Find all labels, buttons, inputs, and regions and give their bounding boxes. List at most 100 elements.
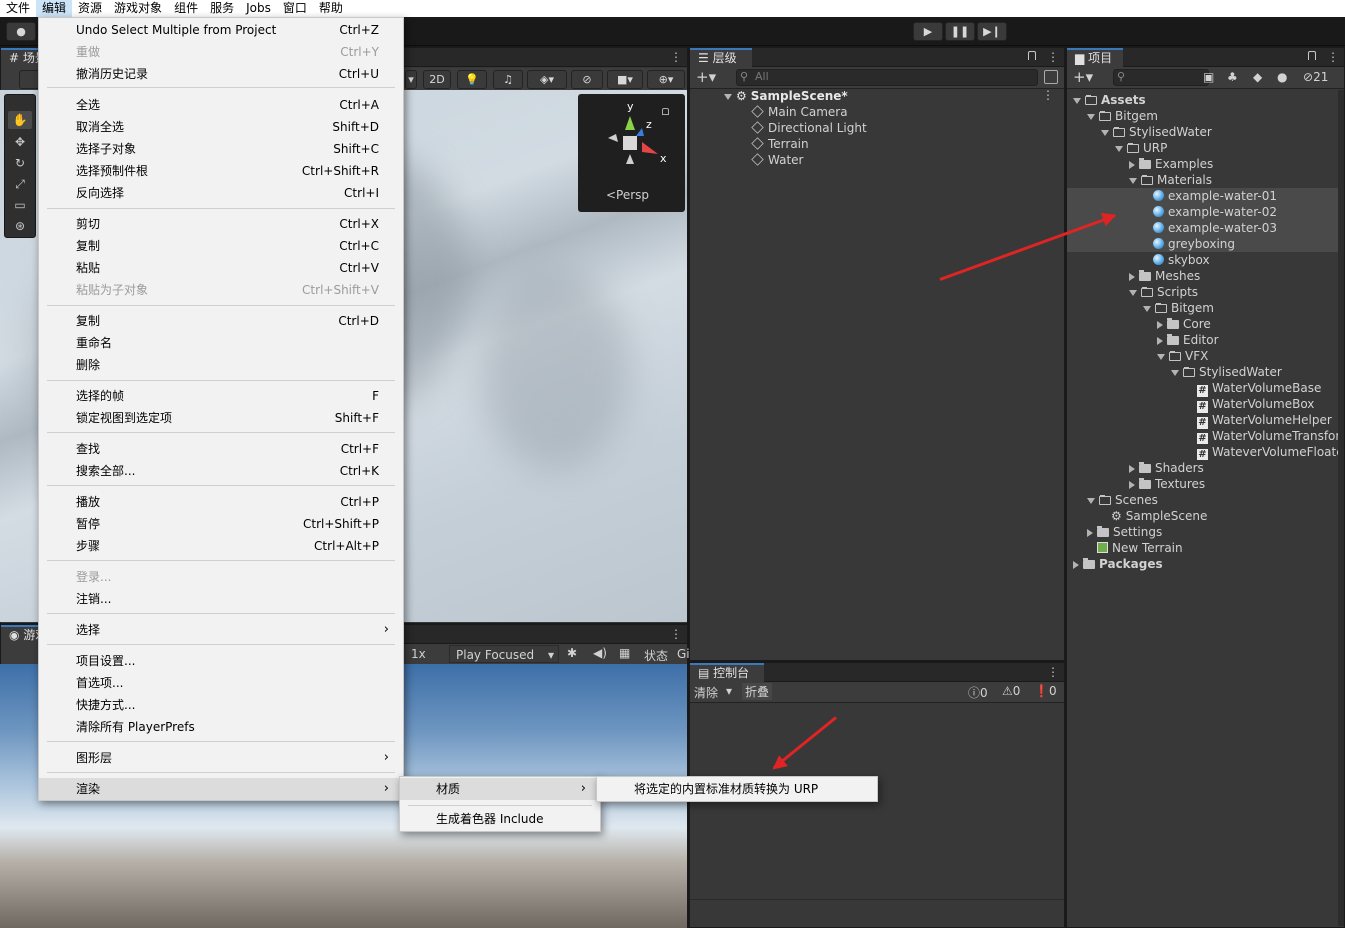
tree-scenes[interactable]: Scenes	[1087, 492, 1158, 508]
gizmos-button[interactable]: Gi	[677, 647, 690, 661]
tree-material[interactable]: example-water-03	[1153, 220, 1277, 236]
tree-packages[interactable]: Packages	[1073, 556, 1163, 572]
tree-meshes[interactable]: Meshes	[1129, 268, 1200, 284]
tree-script[interactable]: # WaterVolumeBase	[1197, 380, 1321, 397]
play-mode-dropdown[interactable]: Play Focused ▾	[449, 645, 559, 663]
edit-menu-item[interactable]: 全选 Ctrl+A	[39, 94, 403, 116]
edit-menu-item[interactable]: 删除	[39, 354, 403, 376]
edit-menu-item[interactable]: 选择预制件根 Ctrl+Shift+R	[39, 160, 403, 182]
scene-root[interactable]: ⚙ SampleScene*	[724, 88, 848, 104]
edit-menu-item[interactable]: 剪切 Ctrl+X	[39, 213, 403, 235]
edit-menu-item[interactable]: 粘贴 Ctrl+V	[39, 257, 403, 279]
move-tool-icon[interactable]: ✥	[8, 133, 32, 151]
persp-label[interactable]: <Persp	[606, 188, 649, 202]
warning-count-toggle[interactable]: ⚠0	[1002, 684, 1020, 698]
error-count-toggle[interactable]: ❗0	[1034, 684, 1057, 698]
hierarchy-item[interactable]: Terrain	[751, 136, 809, 152]
alert-icon[interactable]: ●	[1277, 70, 1287, 84]
tree-scene-asset[interactable]: ⚙ SampleScene	[1111, 508, 1207, 524]
tree-shaders[interactable]: Shaders	[1129, 460, 1204, 476]
edit-menu-item[interactable]: 搜索全部... Ctrl+K	[39, 460, 403, 482]
menu-edit[interactable]: 编辑	[36, 0, 73, 17]
submenu-item-generate-shader-include[interactable]: 生成着色器 Include	[400, 808, 600, 830]
tree-assets[interactable]: Assets	[1073, 92, 1146, 108]
menu-window[interactable]: 窗口	[277, 0, 313, 17]
hierarchy-item[interactable]: Directional Light	[751, 120, 867, 136]
account-button[interactable]: ●	[6, 22, 36, 41]
hierarchy-item[interactable]: Water	[751, 152, 803, 168]
edit-menu-item[interactable]: 锁定视图到选定项 Shift+F	[39, 407, 403, 429]
hand-tool-icon[interactable]: ✋	[8, 111, 32, 129]
tree-bitgem[interactable]: Bitgem	[1087, 108, 1158, 124]
more-icon[interactable]: ⋮	[1047, 665, 1059, 679]
tree-urp[interactable]: URP	[1115, 140, 1167, 156]
edit-menu-item[interactable]: 选择子对象 Shift+C	[39, 138, 403, 160]
menu-component[interactable]: 组件	[168, 0, 204, 17]
edit-menu-item[interactable]: Undo Select Multiple from Project Ctrl+Z	[39, 19, 403, 41]
pause-button[interactable]: ❚❚	[945, 22, 975, 41]
more-icon[interactable]: ⋮	[670, 627, 682, 641]
tree-material[interactable]: example-water-02	[1153, 204, 1277, 220]
menu-assets[interactable]: 资源	[72, 0, 108, 17]
gizmos-toggle[interactable]: ⊕▾	[647, 70, 685, 89]
submenu-item-material[interactable]: 材质 ›	[400, 778, 600, 800]
edit-menu-item[interactable]: 首选项...	[39, 672, 403, 694]
edit-menu-item[interactable]: 选择的帧 F	[39, 385, 403, 407]
tree-terrain-asset[interactable]: New Terrain	[1097, 540, 1183, 556]
lock-icon[interactable]	[1308, 51, 1316, 60]
tab-console[interactable]: ▤ 控制台	[690, 663, 764, 683]
draw-mode-dropdown[interactable]: ▾	[405, 70, 417, 89]
effects-toggle[interactable]: ◈▾	[527, 70, 567, 89]
edit-menu-item[interactable]: 复制 Ctrl+C	[39, 235, 403, 257]
create-button[interactable]: +▾	[1073, 68, 1093, 86]
hierarchy-search-input[interactable]: ⚲ All	[736, 69, 1038, 86]
tree-scripts[interactable]: Scripts	[1129, 284, 1198, 300]
tab-hierarchy[interactable]: ☰ 层级	[690, 48, 752, 68]
hierarchy-item[interactable]: Main Camera	[751, 104, 848, 120]
speaker-icon[interactable]: ◀)	[593, 646, 607, 660]
menu-services[interactable]: 服务	[204, 0, 240, 17]
tree-material[interactable]: skybox	[1153, 252, 1210, 268]
menu-help[interactable]: 帮助	[313, 0, 349, 17]
tree-textures[interactable]: Textures	[1129, 476, 1205, 492]
more-icon[interactable]: ⋮	[670, 50, 682, 64]
more-icon[interactable]: ⋮	[1327, 50, 1339, 64]
menu-file[interactable]: 文件	[0, 0, 36, 17]
more-icon[interactable]: ⋮	[1042, 88, 1054, 102]
edit-menu-item[interactable]: 暂停 Ctrl+Shift+P	[39, 513, 403, 535]
stats-button[interactable]: 状态	[644, 647, 668, 664]
rotate-tool-icon[interactable]: ↻	[8, 154, 32, 172]
edit-menu-item[interactable]: 渲染 ›	[39, 778, 403, 800]
edit-menu-item[interactable]: 图形层 ›	[39, 747, 403, 769]
add-button[interactable]: +▾	[696, 68, 716, 86]
search-type-icon[interactable]: ▣	[1203, 70, 1214, 84]
search-by-type-icon[interactable]	[1044, 70, 1058, 84]
tree-vfx[interactable]: VFX	[1157, 348, 1208, 364]
edit-menu-item[interactable]: 注销...	[39, 588, 403, 610]
menu-jobs[interactable]: Jobs	[240, 0, 277, 17]
edit-menu-item[interactable]: 反向选择 Ctrl+I	[39, 182, 403, 204]
tree-materials[interactable]: Materials	[1129, 172, 1212, 188]
edit-menu-item[interactable]: 播放 Ctrl+P	[39, 491, 403, 513]
scrollbar[interactable]	[1338, 90, 1344, 926]
edit-menu-item[interactable]: 清除所有 PlayerPrefs	[39, 716, 403, 738]
submenu-item-convert-to-urp[interactable]: 将选定的内置标准材质转换为 URP	[597, 778, 877, 800]
more-icon[interactable]: ⋮	[1047, 50, 1059, 64]
project-search-input[interactable]: ⚲	[1113, 69, 1209, 86]
edit-menu-item[interactable]: 步骤 Ctrl+Alt+P	[39, 535, 403, 557]
tree-bitgem-scripts[interactable]: Bitgem	[1143, 300, 1214, 316]
tree-examples[interactable]: Examples	[1129, 156, 1213, 172]
lock-icon[interactable]	[662, 108, 669, 115]
tree-stylised-water[interactable]: StylisedWater	[1101, 124, 1212, 140]
lock-icon[interactable]	[1028, 51, 1036, 60]
edit-menu-item[interactable]: 取消全选 Shift+D	[39, 116, 403, 138]
tree-core[interactable]: Core	[1157, 316, 1211, 332]
keyboard-icon[interactable]: ▦	[619, 646, 630, 660]
menu-gameobject[interactable]: 游戏对象	[108, 0, 168, 17]
tree-editor[interactable]: Editor	[1157, 332, 1219, 348]
clear-button[interactable]: 清除	[694, 684, 718, 701]
tab-project[interactable]: ▆ 项目	[1067, 48, 1123, 68]
tree-script[interactable]: # WateverVolumeFloate	[1197, 444, 1340, 460]
rect-tool-icon[interactable]: ▭	[8, 196, 32, 214]
edit-menu-item[interactable]: 项目设置...	[39, 650, 403, 672]
